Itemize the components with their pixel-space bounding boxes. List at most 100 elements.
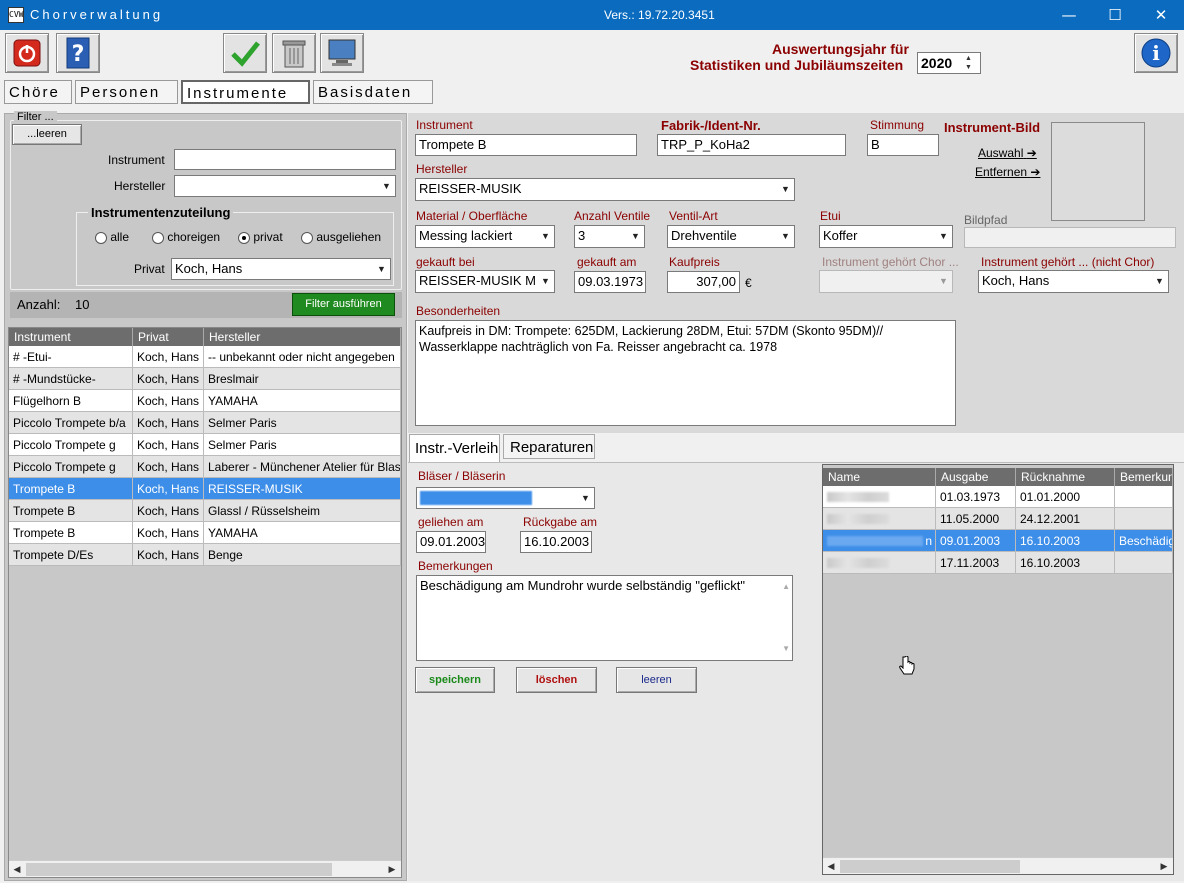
spinner-arrows-icon[interactable]: ▲ ▼ [965,54,979,72]
scroll-thumb[interactable] [840,860,1020,873]
case-select[interactable]: Koffer ▼ [819,225,953,248]
table-row[interactable]: Trompete D/Es Koch, Hans Benge [9,544,401,566]
radio-ausgeliehen-dot[interactable] [301,231,313,244]
table-row[interactable]: Piccolo Trompete g Koch, Hans Selmer Paris [9,434,401,456]
table-row[interactable]: Trompete B Koch, Hans YAMAHA [9,522,401,544]
table-row[interactable]: Flügelhorn B Koch, Hans YAMAHA [9,390,401,412]
save-button[interactable]: speichern [415,667,495,693]
power-button[interactable] [5,33,49,73]
material-select[interactable]: Messing lackiert ▼ [415,225,555,248]
table-cell: Koch, Hans [133,390,204,412]
subtab-verleih[interactable]: Instr.-Verleih [409,434,500,462]
run-filter-button[interactable]: Filter ausführen [292,293,395,316]
ident-input[interactable]: TRP_P_KoHa2 [657,134,846,156]
valves-select[interactable]: 3 ▼ [574,225,645,248]
close-button[interactable]: ✕ [1138,0,1184,30]
table-row[interactable]: Trompete B Koch, Hans REISSER-MUSIK [9,478,401,500]
return-input[interactable]: 16.10.2003 [520,531,592,553]
monitor-icon [328,39,356,66]
delete-button[interactable] [272,33,316,73]
image-select-link[interactable]: Auswahl ➔ [978,146,1037,160]
radio-alle-dot[interactable] [95,231,107,244]
radio-privat[interactable]: privat [238,230,283,244]
title-bar: CVW Chorverwaltung Vers.: 19.72.20.3451 … [0,0,1184,30]
valve-type-select[interactable]: Drehventile ▼ [667,225,795,248]
table-row[interactable]: Piccolo Trompete b/a Koch, Hans Selmer Par… [9,412,401,434]
tab-choere[interactable]: Chöre [4,80,72,104]
col-name[interactable]: Name [823,468,936,486]
scroll-right-icon[interactable]: ▶ [384,861,400,877]
radio-privat-dot[interactable] [238,231,250,244]
year-spinner[interactable]: 2020 ▲ ▼ [917,52,981,74]
table-row[interactable]: 01.03.1973 01.01.2000 [823,486,1173,508]
confirm-button[interactable] [223,33,267,73]
tab-instrumente[interactable]: Instrumente [181,80,310,104]
table-row[interactable]: Piccolo Trompete g Koch, Hans Laberer - Mü… [9,456,401,478]
screen-button[interactable] [320,33,364,73]
chevron-down-icon[interactable]: ▼ [936,227,951,246]
help-button[interactable]: ? [56,33,100,73]
tuning-input[interactable]: B [867,134,939,156]
col-bemerkung[interactable]: Bemerkun [1115,468,1173,486]
manufacturer-select[interactable]: REISSER-MUSIK ▼ [415,178,795,201]
valves-value: 3 [578,228,586,243]
bought-on-input[interactable]: 09.03.1973 [574,271,646,293]
instrument-image-box[interactable] [1051,122,1145,221]
chevron-down-icon[interactable]: ▼ [538,272,553,291]
chevron-down-icon[interactable]: ▼ [778,227,793,246]
scroll-up-icon[interactable]: ▲ [782,579,790,595]
chevron-down-icon[interactable]: ▼ [1152,272,1167,291]
table-row[interactable]: # -Etui- Koch, Hans -- unbekannt oder nich… [9,346,401,368]
scroll-down-icon[interactable]: ▼ [782,641,790,657]
radio-choreigen-dot[interactable] [152,231,164,244]
scroll-right-icon[interactable]: ▶ [1156,858,1172,874]
table-row[interactable]: # -Mundstücke- Koch, Hans Breslmair [9,368,401,390]
radio-alle[interactable]: alle [95,230,129,244]
col-hersteller[interactable]: Hersteller [204,328,401,346]
scroll-left-icon[interactable]: ◀ [9,861,25,877]
lent-input[interactable]: 09.01.2003 [416,531,486,553]
tab-personen[interactable]: Personen [75,80,178,104]
owner-select[interactable]: Koch, Hans ▼ [978,270,1169,293]
chevron-down-icon[interactable]: ▼ [374,260,389,278]
clear-loan-button[interactable]: leeren [616,667,697,693]
player-select[interactable]: ▼ [416,487,595,509]
filter-clear-button[interactable]: ...leeren [12,124,82,145]
subtab-reparaturen[interactable]: Reparaturen [503,434,595,459]
filter-manufacturer-select[interactable]: ▼ [174,175,396,197]
year-label-line2: Statistiken und Jubiläumszeiten [690,57,904,73]
loan-grid-hscrollbar[interactable]: ◀ ▶ [823,857,1173,874]
filter-instrument-input[interactable] [174,149,396,170]
chevron-down-icon[interactable]: ▼ [379,177,394,195]
info-button[interactable]: i [1134,33,1178,73]
scroll-thumb[interactable] [26,863,332,876]
chevron-down-icon[interactable]: ▼ [538,227,553,246]
col-ruecknahme[interactable]: Rücknahme [1016,468,1115,486]
chevron-down-icon[interactable]: ▼ [578,489,593,507]
filter-private-select[interactable]: Koch, Hans ▼ [171,258,391,280]
table-cell: Breslmair [204,368,401,390]
radio-ausgeliehen[interactable]: ausgeliehen [301,230,381,244]
tab-basisdaten[interactable]: Basisdaten [313,80,433,104]
table-row[interactable]: n 09.01.2003 16.10.2003 Beschädig [823,530,1173,552]
radio-choreigen[interactable]: choreigen [152,230,220,244]
col-instrument[interactable]: Instrument [9,328,133,346]
price-input[interactable]: 307,00 [667,271,740,293]
remarks-textarea[interactable]: Beschädigung am Mundrohr wurde selbständ… [416,575,793,661]
instrument-input[interactable]: Trompete B [415,134,637,156]
col-ausgabe[interactable]: Ausgabe [936,468,1016,486]
chevron-down-icon[interactable]: ▼ [628,227,643,246]
table-row[interactable]: 17.11.2003 16.10.2003 [823,552,1173,574]
maximize-button[interactable]: ☐ [1092,0,1138,30]
notes-textarea[interactable]: Kaufpreis in DM: Trompete: 625DM, Lackie… [415,320,956,426]
table-row[interactable]: 11.05.2000 24.12.2001 [823,508,1173,530]
image-remove-link[interactable]: Entfernen ➔ [975,165,1040,179]
instrument-grid-hscrollbar[interactable]: ◀ ▶ [9,860,401,877]
table-row[interactable]: Trompete B Koch, Hans Glassl / Rüsselsheim [9,500,401,522]
chevron-down-icon[interactable]: ▼ [778,180,793,199]
col-privat[interactable]: Privat [133,328,204,346]
delete-loan-button[interactable]: löschen [516,667,597,693]
minimize-button[interactable]: — [1046,0,1092,30]
bought-at-select[interactable]: REISSER-MUSIK M ▼ [415,270,555,293]
scroll-left-icon[interactable]: ◀ [823,858,839,874]
